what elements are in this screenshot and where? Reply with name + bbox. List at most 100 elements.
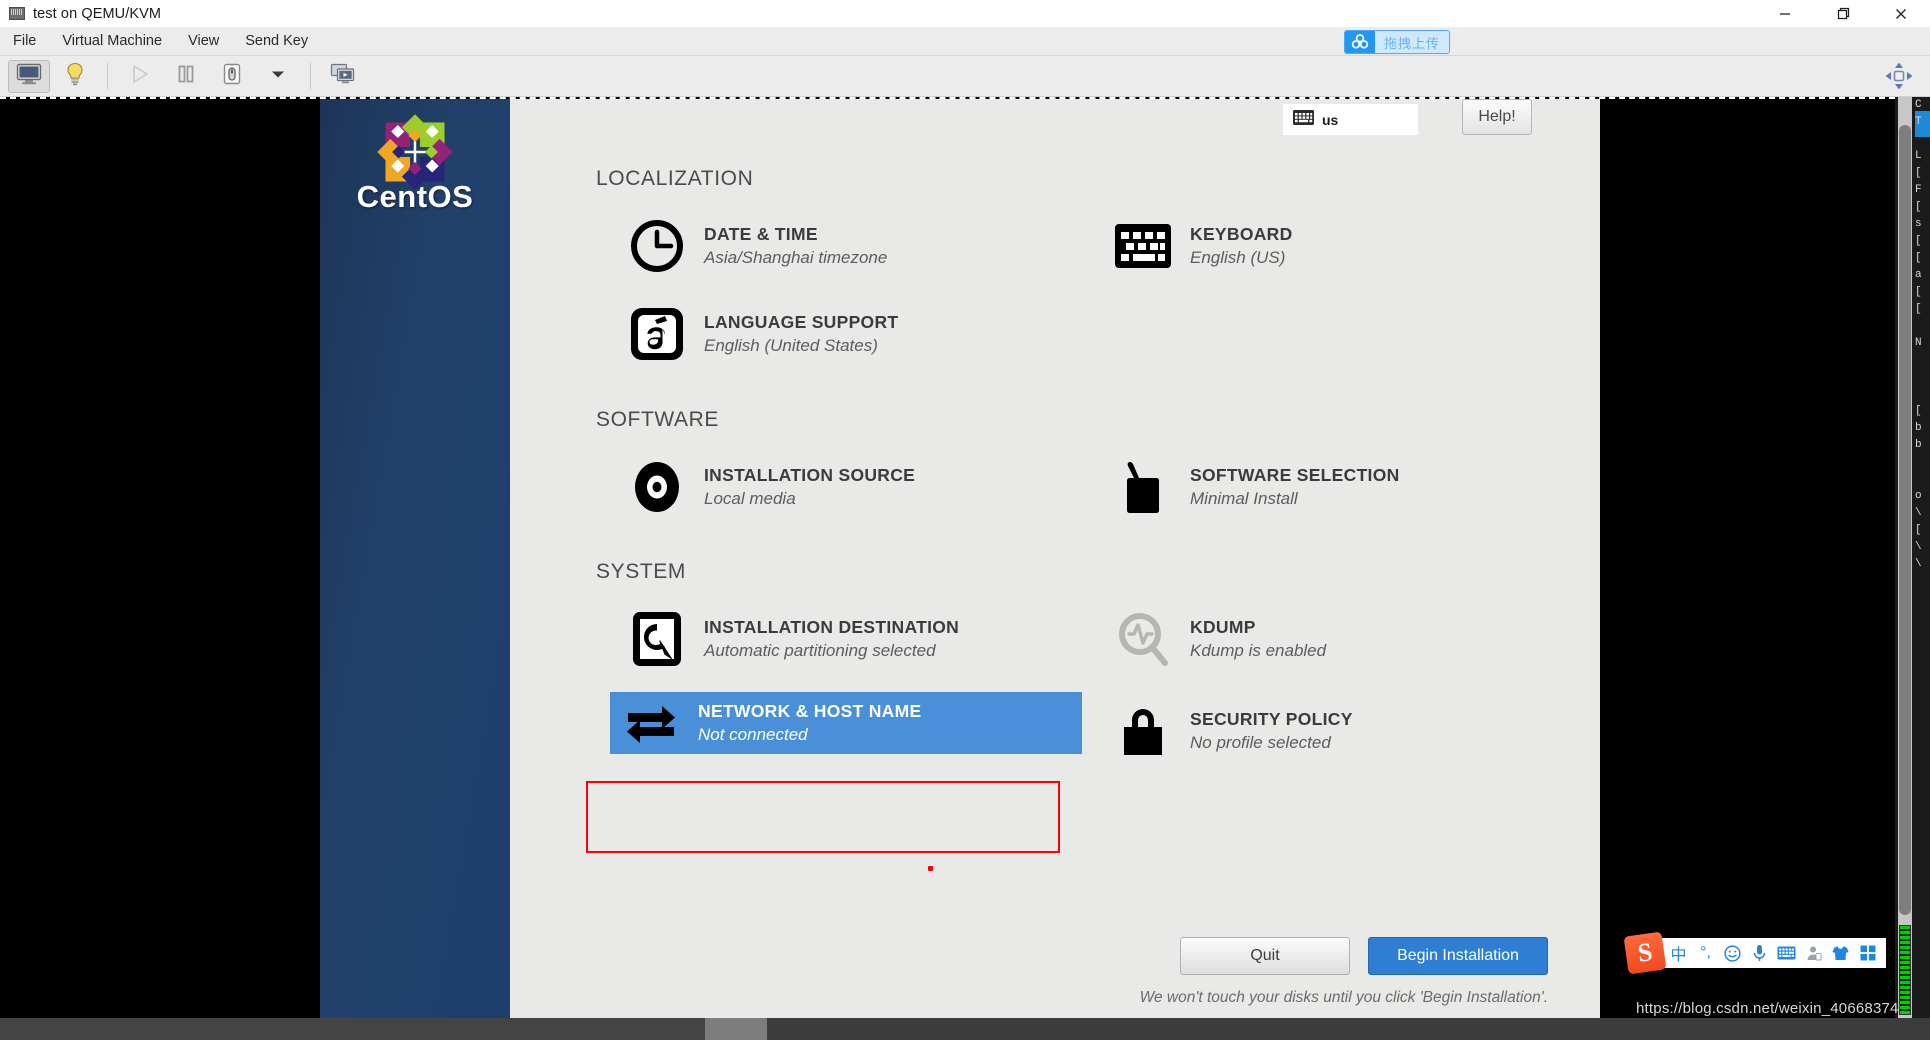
hub-title-installation-source: INSTALLATION SOURCE (704, 465, 916, 485)
begin-installation-button[interactable]: Begin Installation (1368, 937, 1548, 975)
menu-send-key[interactable]: Send Key (232, 27, 321, 56)
shutdown-menu-button[interactable] (257, 60, 299, 93)
disc-icon (626, 456, 688, 518)
hub-item-installation-destination[interactable]: INSTALLATION DESTINATION Automatic parti… (616, 600, 1086, 678)
keyboard-layout-indicator[interactable]: us (1283, 104, 1418, 135)
package-icon (1112, 456, 1174, 518)
taskbar-active-window[interactable] (705, 1018, 767, 1040)
lightbulb-icon (64, 62, 86, 91)
anaconda-footer: Quit Begin Installation We won't touch y… (700, 909, 1600, 1019)
quit-button[interactable]: Quit (1180, 937, 1350, 975)
menu-virtual-machine[interactable]: Virtual Machine (49, 27, 175, 56)
vm-console-viewport[interactable]: CentOS us Help! LOCALIZATION DATE & TIME… (0, 97, 1895, 1019)
hub-item-keyboard[interactable]: KEYBOARD English (US) (1102, 207, 1482, 285)
hub-sub-installation-destination: Automatic partitioning selected (704, 641, 936, 660)
skin-icon[interactable] (1828, 940, 1853, 966)
keyboard-icon (1293, 109, 1314, 130)
chevron-down-icon (270, 67, 286, 85)
hub-title-kdump: KDUMP (1190, 617, 1256, 637)
menubar: File Virtual Machine View Send Key 拖拽上传 (0, 27, 1930, 56)
keyboard-icon (1112, 215, 1174, 277)
section-title-localization: LOCALIZATION (596, 167, 754, 190)
hub-title-language-support: LANGUAGE SUPPORT (704, 312, 899, 332)
hub-title-date-and-time: DATE & TIME (704, 224, 818, 244)
pause-button[interactable] (165, 60, 207, 93)
soft-keyboard-icon[interactable] (1774, 940, 1799, 966)
hub-title-keyboard: KEYBOARD (1190, 224, 1293, 244)
taskbar-segment-right (767, 1018, 1930, 1040)
show-console-button[interactable] (8, 59, 50, 93)
background-code-text: C T L [ F [ s [ [ a [ [ N [ b b o \ [ \ … (1915, 99, 1922, 570)
annotation-dot (928, 866, 933, 871)
hub-item-network-and-host-name[interactable]: NETWORK & HOST NAME Not connected (610, 692, 1082, 754)
language-a-acute-icon (626, 303, 688, 365)
centos-wordmark: CentOS (356, 179, 474, 214)
blog-watermark: https://blog.csdn.net/weixin_40668374 (1636, 1000, 1899, 1017)
punctuation-mode-icon[interactable]: °, (1693, 940, 1718, 966)
pause-icon (176, 63, 196, 90)
snapshots-button[interactable] (322, 60, 364, 93)
toolbar-separator-2 (310, 63, 311, 89)
hub-title-software-selection: SOFTWARE SELECTION (1190, 465, 1400, 485)
toolbox-icon[interactable] (1855, 940, 1880, 966)
hub-title-network-and-host-name: NETWORK & HOST NAME (698, 701, 922, 721)
virt-manager-window: test on QEMU/KVM File Virtual Machine Vi… (0, 0, 1930, 1040)
anaconda-installation-summary: CentOS us Help! LOCALIZATION DATE & TIME… (320, 99, 1600, 1019)
sogou-logo-icon[interactable]: S (1623, 931, 1667, 975)
maximize-button[interactable] (1814, 0, 1872, 27)
power-icon (220, 62, 244, 91)
hub-item-installation-source[interactable]: INSTALLATION SOURCE Local media (616, 448, 1056, 526)
anaconda-sidebar: CentOS (320, 99, 510, 1019)
minimize-button[interactable] (1756, 0, 1814, 27)
drag-upload-button[interactable]: 拖拽上传 (1343, 30, 1450, 54)
voice-input-icon[interactable] (1747, 940, 1772, 966)
cloud-upload-icon (1344, 31, 1375, 53)
section-title-software: SOFTWARE (596, 408, 720, 431)
background-scrollbar-thumb[interactable] (1899, 125, 1911, 915)
background-window-strip: C T L [ F [ s [ [ a [ [ N [ b b o \ [ \ … (1895, 97, 1930, 1019)
window-controls (1756, 0, 1930, 27)
shutdown-button[interactable] (211, 60, 253, 93)
hub-sub-network-and-host-name: Not connected (698, 725, 808, 744)
taskbar-segment-left (0, 1018, 705, 1040)
clock-icon (626, 215, 688, 277)
hub-item-software-selection[interactable]: SOFTWARE SELECTION Minimal Install (1102, 448, 1522, 526)
desktop-taskbar (0, 1018, 1930, 1040)
user-account-icon[interactable] (1801, 940, 1826, 966)
hub-title-installation-destination: INSTALLATION DESTINATION (704, 617, 960, 637)
close-button[interactable] (1872, 0, 1930, 27)
anaconda-main: us Help! LOCALIZATION DATE & TIME Asia/S… (510, 99, 1600, 1019)
hub-sub-date-and-time: Asia/Shanghai timezone (704, 248, 888, 267)
titlebar: test on QEMU/KVM (0, 0, 1930, 27)
section-title-system: SYSTEM (596, 560, 686, 583)
lock-icon (1112, 700, 1174, 762)
toolbar (0, 56, 1930, 97)
chinese-mode-icon[interactable]: 中 (1666, 940, 1691, 966)
menu-file[interactable]: File (0, 27, 49, 56)
hub-item-security-policy[interactable]: SECURITY POLICY No profile selected (1102, 692, 1502, 770)
hub-sub-keyboard: English (US) (1190, 248, 1286, 267)
hub-sub-installation-source: Local media (704, 489, 796, 508)
help-button[interactable]: Help! (1462, 99, 1532, 135)
vm-icon (9, 7, 25, 20)
fullscreen-resize-button[interactable] (1884, 61, 1914, 96)
emoji-icon[interactable] (1720, 940, 1745, 966)
toolbar-separator-1 (107, 63, 108, 89)
hub-sub-security-policy: No profile selected (1190, 733, 1331, 752)
magnifier-pulse-icon (1112, 608, 1174, 670)
run-button[interactable] (119, 60, 161, 93)
hub-item-date-and-time[interactable]: DATE & TIME Asia/Shanghai timezone (616, 207, 1006, 285)
hub-item-language-support[interactable]: LANGUAGE SUPPORT English (United States) (616, 295, 1036, 373)
play-icon (129, 63, 151, 90)
monitor-icon (16, 63, 42, 90)
screens-icon (330, 62, 356, 91)
hub-sub-language-support: English (United States) (704, 336, 878, 355)
hub-title-security-policy: SECURITY POLICY (1190, 709, 1353, 729)
keyboard-layout-label: us (1322, 111, 1339, 128)
hub-sub-kdump: Kdump is enabled (1190, 641, 1327, 660)
menu-view[interactable]: View (175, 27, 232, 56)
hub-item-kdump[interactable]: KDUMP Kdump is enabled (1102, 600, 1502, 678)
show-details-button[interactable] (54, 60, 96, 93)
background-minimap-marker (1899, 925, 1911, 1015)
sogou-ime-toolbar[interactable]: S 中 °, (1623, 931, 1886, 975)
